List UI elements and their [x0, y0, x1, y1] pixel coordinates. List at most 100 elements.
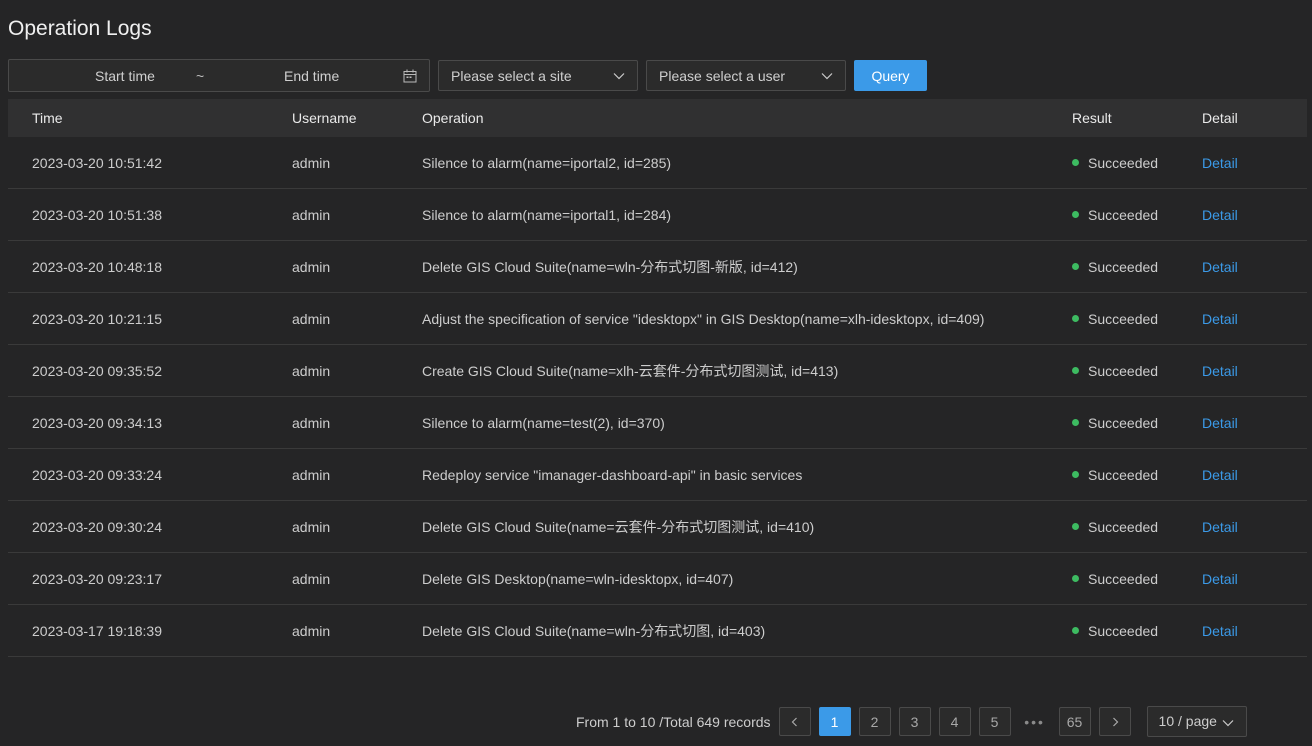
page-ellipsis[interactable]: ••• — [1019, 714, 1051, 730]
cell-result: Succeeded — [1072, 623, 1202, 639]
status-dot-icon — [1072, 575, 1079, 582]
header-operation[interactable]: Operation — [422, 110, 1072, 126]
detail-link[interactable]: Detail — [1202, 571, 1238, 587]
prev-page-button[interactable] — [778, 707, 811, 736]
detail-link[interactable]: Detail — [1202, 311, 1238, 327]
chevron-down-icon — [1222, 720, 1233, 727]
cell-time: 2023-03-20 10:51:42 — [32, 154, 162, 171]
page-button-5[interactable]: 5 — [978, 707, 1011, 736]
header-username[interactable]: Username — [292, 110, 422, 126]
calendar-icon — [403, 69, 417, 83]
result-text: Succeeded — [1088, 154, 1159, 171]
page-size-select[interactable]: 10 / page — [1146, 706, 1247, 737]
table-row: 2023-03-20 09:33:24 admin Redeploy service… — [8, 449, 1307, 501]
cell-operation: Delete GIS Desktop(name=wln-idesktopx, i… — [422, 570, 734, 587]
cell-result: Succeeded — [1072, 415, 1202, 431]
table-row: 2023-03-20 10:48:18 admin Delete GIS Cloud… — [8, 241, 1307, 293]
header-time[interactable]: Time — [8, 110, 292, 126]
cell-detail: Detail — [1202, 467, 1302, 483]
result-text: Succeeded — [1088, 518, 1159, 535]
detail-link[interactable]: Detail — [1202, 207, 1238, 223]
user-select-placeholder: Please select a user — [659, 68, 786, 84]
user-select[interactable]: Please select a user — [646, 60, 846, 91]
operation-logs-table: Time Username Operation Result Detail 20… — [8, 99, 1307, 657]
result-text: Succeeded — [1088, 206, 1159, 223]
result-text: Succeeded — [1088, 622, 1159, 639]
cell-detail: Detail — [1202, 311, 1302, 327]
cell-result: Succeeded — [1072, 311, 1202, 327]
table-row: 2023-03-20 09:35:52 admin Create GIS Cloud… — [8, 345, 1307, 397]
result-text: Succeeded — [1088, 310, 1159, 327]
table-row: 2023-03-20 10:21:15 admin Adjust the speci… — [8, 293, 1307, 345]
date-range-picker[interactable]: Start time ~ End time — [8, 59, 430, 92]
cell-operation: Silence to alarm(name=test(2), id=370) — [422, 414, 665, 431]
detail-link[interactable]: Detail — [1202, 155, 1238, 171]
page-button-last[interactable]: 65 — [1058, 707, 1091, 736]
cell-time: 2023-03-20 09:23:17 — [32, 570, 162, 587]
page-size-label: 10 / page — [1158, 713, 1217, 729]
status-dot-icon — [1072, 367, 1079, 374]
status-dot-icon — [1072, 263, 1079, 270]
detail-link[interactable]: Detail — [1202, 623, 1238, 639]
cell-operation: Adjust the specification of service "ide… — [422, 310, 985, 327]
detail-link[interactable]: Detail — [1202, 415, 1238, 431]
start-time-input[interactable]: Start time — [95, 68, 155, 84]
cell-detail: Detail — [1202, 207, 1302, 223]
cell-operation: Create GIS Cloud Suite(name=xlh-云套件-分布式切… — [422, 362, 839, 379]
status-dot-icon — [1072, 627, 1079, 634]
cell-detail: Detail — [1202, 415, 1302, 431]
pagination: From 1 to 10 /Total 649 records 12345 ••… — [576, 706, 1247, 737]
page-button-2[interactable]: 2 — [858, 707, 891, 736]
cell-time: 2023-03-20 09:35:52 — [32, 362, 162, 379]
cell-time: 2023-03-20 09:30:24 — [32, 518, 162, 535]
cell-detail: Detail — [1202, 571, 1302, 587]
cell-username: admin — [292, 570, 331, 587]
cell-username: admin — [292, 258, 331, 275]
cell-result: Succeeded — [1072, 363, 1202, 379]
cell-detail: Detail — [1202, 155, 1302, 171]
page-button-1[interactable]: 1 — [818, 707, 851, 736]
page-button-4[interactable]: 4 — [938, 707, 971, 736]
cell-result: Succeeded — [1072, 467, 1202, 483]
status-dot-icon — [1072, 419, 1079, 426]
table-row: 2023-03-20 09:30:24 admin Delete GIS Cloud… — [8, 501, 1307, 553]
cell-operation: Redeploy service "imanager-dashboard-api… — [422, 466, 803, 483]
next-page-button[interactable] — [1098, 707, 1131, 736]
table-row: 2023-03-17 19:18:39 admin Delete GIS Cloud… — [8, 605, 1307, 657]
detail-link[interactable]: Detail — [1202, 259, 1238, 275]
cell-operation: Delete GIS Cloud Suite(name=云套件-分布式切图测试,… — [422, 518, 815, 535]
table-row: 2023-03-20 10:51:38 admin Silence to alarm… — [8, 189, 1307, 241]
cell-username: admin — [292, 414, 331, 431]
table-row: 2023-03-20 10:51:42 admin Silence to alarm… — [8, 137, 1307, 189]
cell-time: 2023-03-20 10:48:18 — [32, 258, 162, 275]
detail-link[interactable]: Detail — [1202, 363, 1238, 379]
page-button-3[interactable]: 3 — [898, 707, 931, 736]
cell-time: 2023-03-17 19:18:39 — [32, 622, 162, 639]
result-text: Succeeded — [1088, 414, 1159, 431]
cell-result: Succeeded — [1072, 259, 1202, 275]
page-title: Operation Logs — [8, 17, 152, 40]
status-dot-icon — [1072, 159, 1079, 166]
cell-username: admin — [292, 518, 331, 535]
cell-result: Succeeded — [1072, 207, 1202, 223]
chevron-down-icon — [613, 73, 625, 80]
query-button[interactable]: Query — [854, 60, 927, 91]
header-result[interactable]: Result — [1072, 110, 1202, 126]
cell-operation: Delete GIS Cloud Suite(name=wln-分布式切图-新版… — [422, 258, 798, 275]
detail-link[interactable]: Detail — [1202, 467, 1238, 483]
page-number-list: 12345 — [818, 707, 1019, 736]
cell-username: admin — [292, 466, 331, 483]
header-detail: Detail — [1202, 110, 1238, 126]
status-dot-icon — [1072, 471, 1079, 478]
pagination-summary: From 1 to 10 /Total 649 records — [576, 713, 771, 730]
cell-operation: Silence to alarm(name=iportal2, id=285) — [422, 154, 672, 171]
filter-toolbar: Start time ~ End time Please select a si… — [8, 59, 927, 92]
detail-link[interactable]: Detail — [1202, 519, 1238, 535]
cell-result: Succeeded — [1072, 519, 1202, 535]
table-body: 2023-03-20 10:51:42 admin Silence to alarm… — [8, 137, 1307, 657]
site-select[interactable]: Please select a site — [438, 60, 638, 91]
site-select-placeholder: Please select a site — [451, 68, 572, 84]
end-time-input[interactable]: End time — [284, 68, 339, 84]
table-row: 2023-03-20 09:23:17 admin Delete GIS Deskt… — [8, 553, 1307, 605]
table-row: 2023-03-20 09:34:13 admin Silence to alarm… — [8, 397, 1307, 449]
